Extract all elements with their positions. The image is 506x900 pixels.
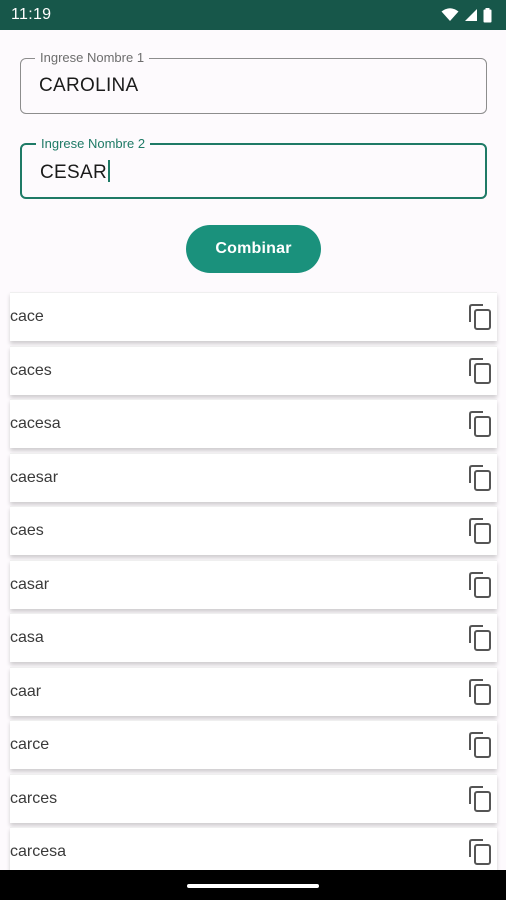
copy-icon[interactable] (467, 303, 493, 331)
list-item-word: cacesa (10, 415, 61, 432)
name2-value: CESAR (40, 162, 107, 183)
name1-field[interactable]: Ingrese Nombre 1 CAROLINA (20, 50, 487, 114)
list-item[interactable]: casa (10, 613, 497, 662)
combine-button[interactable]: Combinar (186, 225, 321, 273)
copy-icon[interactable] (467, 678, 493, 706)
navigation-bar (0, 870, 506, 900)
list-item-word: cace (10, 308, 44, 325)
list-item[interactable]: cacesa (10, 399, 497, 448)
copy-icon[interactable] (467, 410, 493, 438)
name2-label: Ingrese Nombre 2 (36, 136, 151, 152)
copy-icon[interactable] (467, 357, 493, 385)
status-bar: 11:19 (0, 0, 506, 30)
list-item[interactable]: caes (10, 506, 497, 555)
list-item[interactable]: carces (10, 773, 497, 823)
list-item[interactable]: caar (10, 666, 497, 716)
wifi-icon (441, 8, 459, 22)
text-caret (107, 160, 110, 182)
copy-icon[interactable] (467, 517, 493, 545)
status-icons (441, 7, 492, 23)
copy-icon[interactable] (467, 838, 493, 866)
list-item[interactable]: carce (10, 720, 497, 769)
signal-icon (464, 8, 478, 22)
copy-icon[interactable] (467, 464, 493, 492)
list-item[interactable]: caces (10, 345, 497, 395)
name2-input[interactable]: CESAR (40, 160, 110, 184)
copy-icon[interactable] (467, 571, 493, 599)
name2-field[interactable]: Ingrese Nombre 2 CESAR (20, 136, 487, 199)
list-item[interactable]: casar (10, 559, 497, 609)
name1-label: Ingrese Nombre 1 (35, 50, 150, 66)
list-item[interactable]: cace (10, 292, 497, 341)
home-handle[interactable] (187, 884, 319, 888)
copy-icon[interactable] (467, 624, 493, 652)
list-item-word: caesar (10, 468, 59, 486)
list-item-word: carcesa (10, 843, 67, 860)
list-item-word: caar (10, 682, 42, 700)
list-item-word: casar (10, 575, 50, 593)
list-item[interactable]: caesar (10, 452, 497, 502)
list-item-word: caces (10, 361, 52, 379)
list-item-word: carce (10, 736, 50, 753)
copy-icon[interactable] (467, 785, 493, 813)
status-time: 11:19 (11, 6, 52, 23)
battery-icon (483, 7, 492, 23)
list-item-word: carces (10, 789, 58, 807)
list-item-word: casa (10, 629, 44, 646)
list-item-word: caes (10, 522, 44, 539)
copy-icon[interactable] (467, 731, 493, 759)
list-item[interactable]: carcesa (10, 827, 497, 876)
name1-input[interactable]: CAROLINA (39, 75, 139, 97)
